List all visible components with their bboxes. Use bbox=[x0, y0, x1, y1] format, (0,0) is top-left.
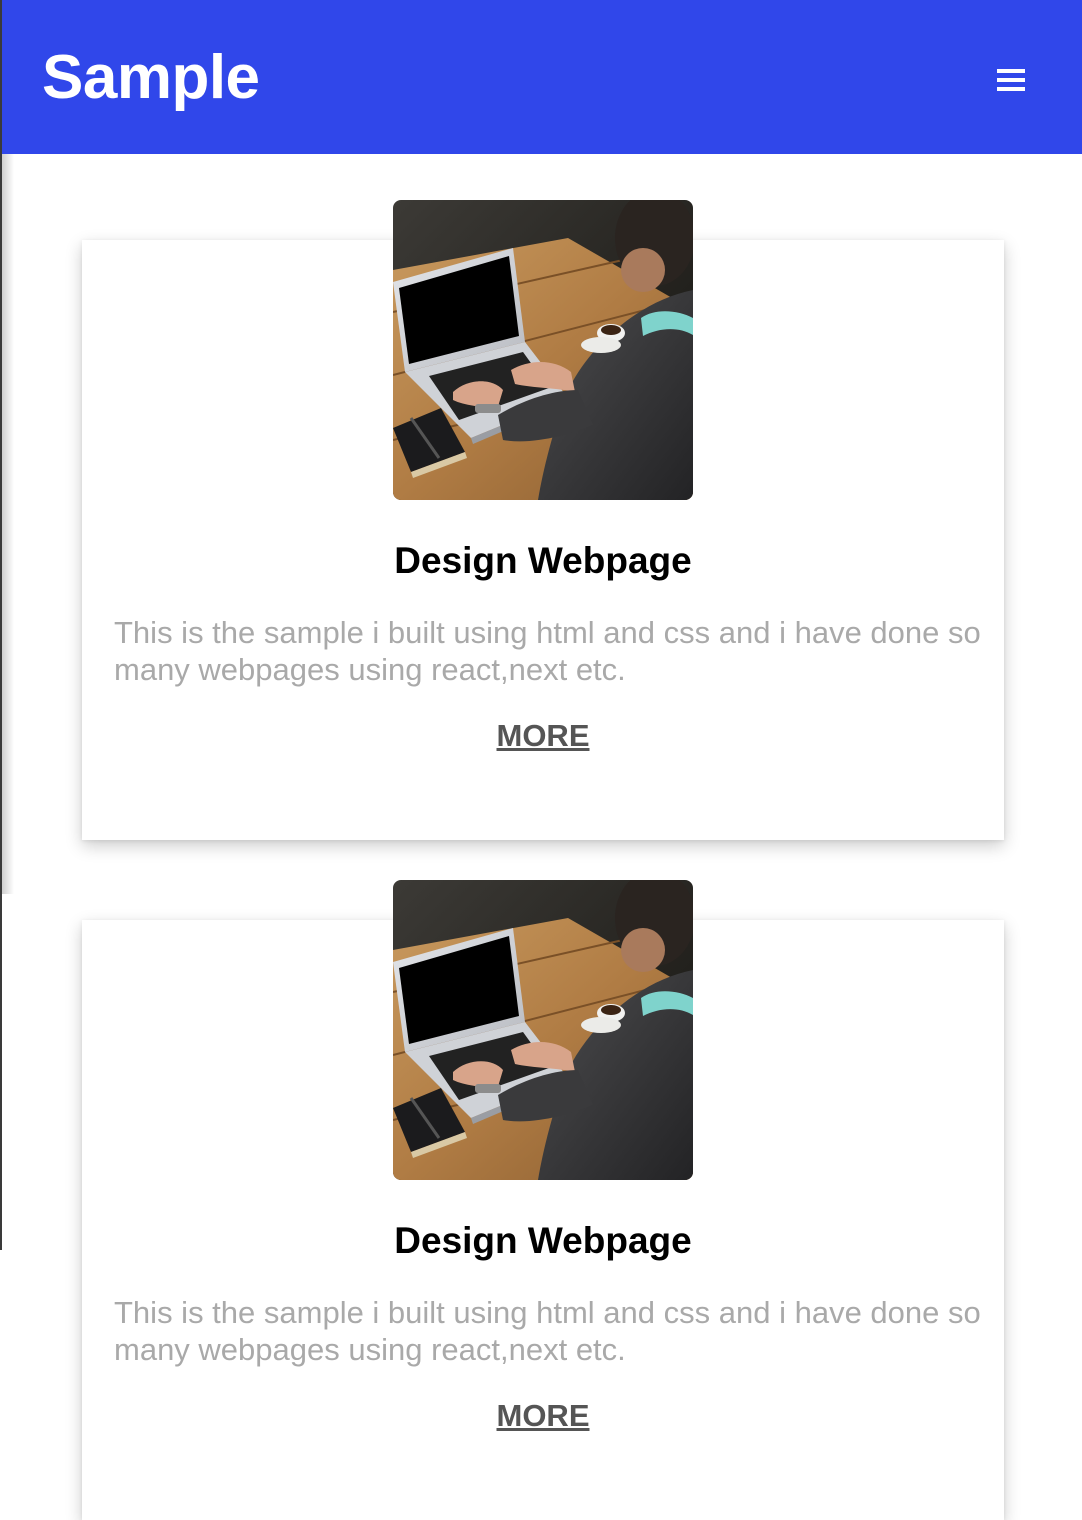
laptop-photo bbox=[393, 880, 693, 1180]
laptop-photo bbox=[393, 200, 693, 500]
card-more: MORE bbox=[82, 1396, 1004, 1436]
navbar: Sample bbox=[0, 0, 1082, 154]
card-title: Design Webpage bbox=[394, 540, 692, 581]
more-link[interactable]: MORE bbox=[497, 718, 590, 753]
card: Design Webpage This is the sample i buil… bbox=[82, 880, 1004, 1520]
card-text: This is the sample i built using html an… bbox=[114, 1295, 981, 1367]
hamburger-bar bbox=[997, 78, 1025, 82]
more-link[interactable]: MORE bbox=[497, 1398, 590, 1433]
window-left-edge bbox=[0, 0, 2, 1250]
card-text: This is the sample i built using html an… bbox=[114, 615, 981, 687]
window-left-shadow bbox=[0, 154, 14, 894]
hamburger-menu-icon[interactable] bbox=[990, 62, 1032, 98]
hamburger-bar bbox=[997, 87, 1025, 91]
hamburger-bar bbox=[997, 69, 1025, 73]
card: Design Webpage This is the sample i buil… bbox=[82, 200, 1004, 840]
brand-logo[interactable]: Sample bbox=[42, 38, 260, 118]
card-title: Design Webpage bbox=[394, 1220, 692, 1261]
card-more: MORE bbox=[82, 716, 1004, 756]
